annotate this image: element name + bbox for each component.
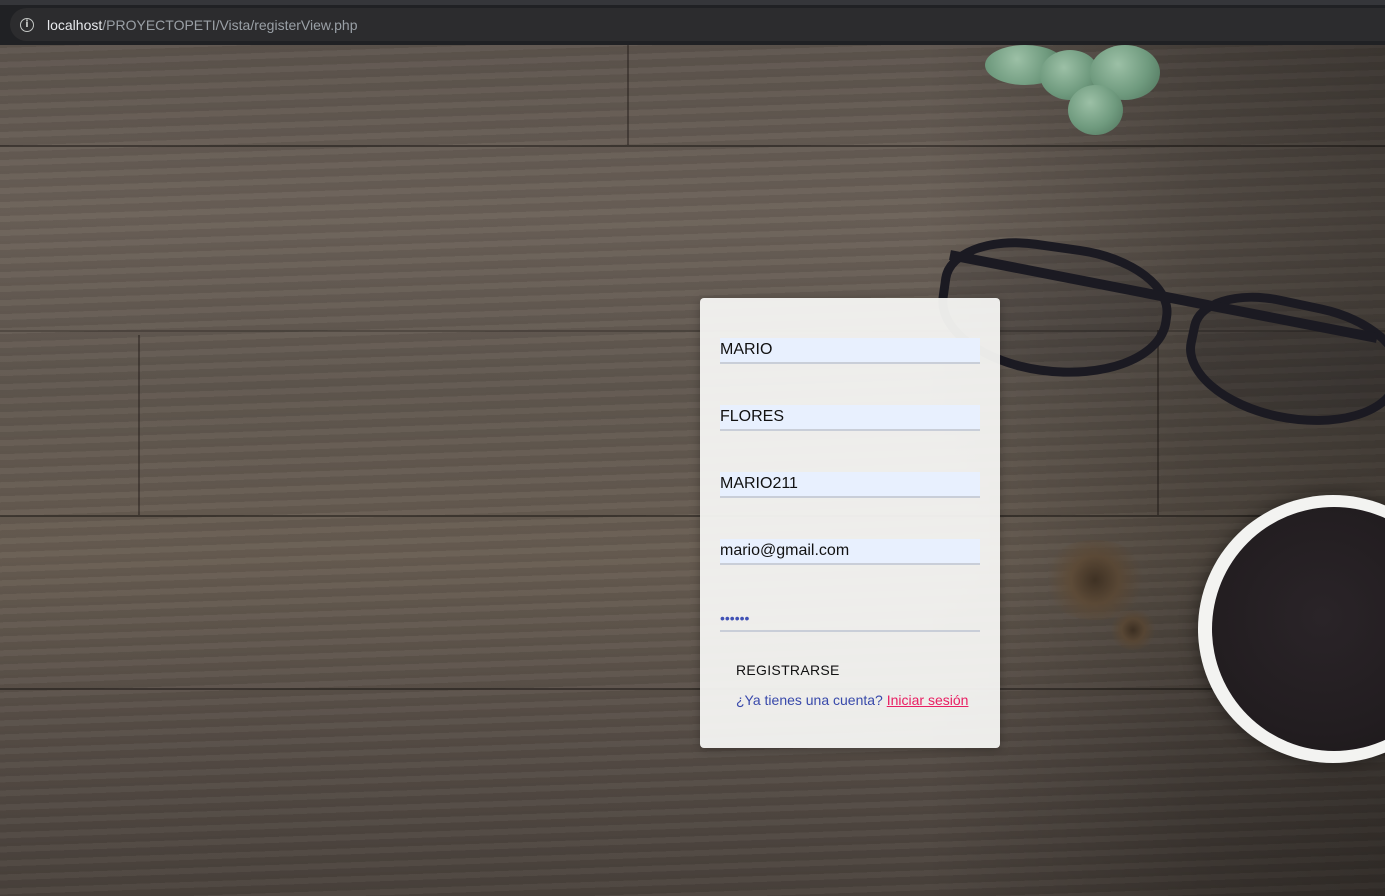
last-name-value: FLORES: [720, 408, 785, 425]
login-link[interactable]: Iniciar sesión: [887, 692, 969, 708]
register-card: MARIO FLORES MARIO211 mario@gmail.com ••…: [700, 298, 1000, 748]
plank-joint: [627, 45, 629, 145]
email-value: mario@gmail.com: [720, 542, 850, 559]
register-button[interactable]: REGISTRARSE: [736, 662, 840, 678]
username-field[interactable]: MARIO211: [720, 472, 980, 498]
login-prompt-text: ¿Ya tienes una cuenta?: [736, 692, 883, 708]
login-prompt: ¿Ya tienes una cuenta? Iniciar sesión: [736, 692, 968, 708]
browser-toolbar: i localhost/PROYECTOPETI/Vista/registerV…: [0, 0, 1385, 45]
password-value: ••••••: [720, 610, 750, 626]
email-field[interactable]: mario@gmail.com: [720, 539, 980, 565]
username-value: MARIO211: [720, 475, 798, 492]
url-text[interactable]: localhost/PROYECTOPETI/Vista/registerVie…: [47, 17, 358, 33]
page-background: MARIO FLORES MARIO211 mario@gmail.com ••…: [0, 45, 1385, 896]
last-name-field[interactable]: FLORES: [720, 405, 980, 431]
url-path: /PROYECTOPETI/Vista/registerView.php: [102, 16, 358, 33]
url-host: localhost: [47, 16, 103, 33]
plant-leaf: [1068, 85, 1123, 135]
site-info-icon[interactable]: i: [20, 17, 34, 32]
first-name-value: MARIO: [720, 341, 773, 358]
first-name-field[interactable]: MARIO: [720, 338, 980, 364]
plank-joint: [138, 335, 140, 515]
address-bar[interactable]: i localhost/PROYECTOPETI/Vista/registerV…: [10, 8, 1385, 41]
password-field[interactable]: ••••••: [720, 606, 980, 632]
coffee: [1212, 507, 1385, 751]
